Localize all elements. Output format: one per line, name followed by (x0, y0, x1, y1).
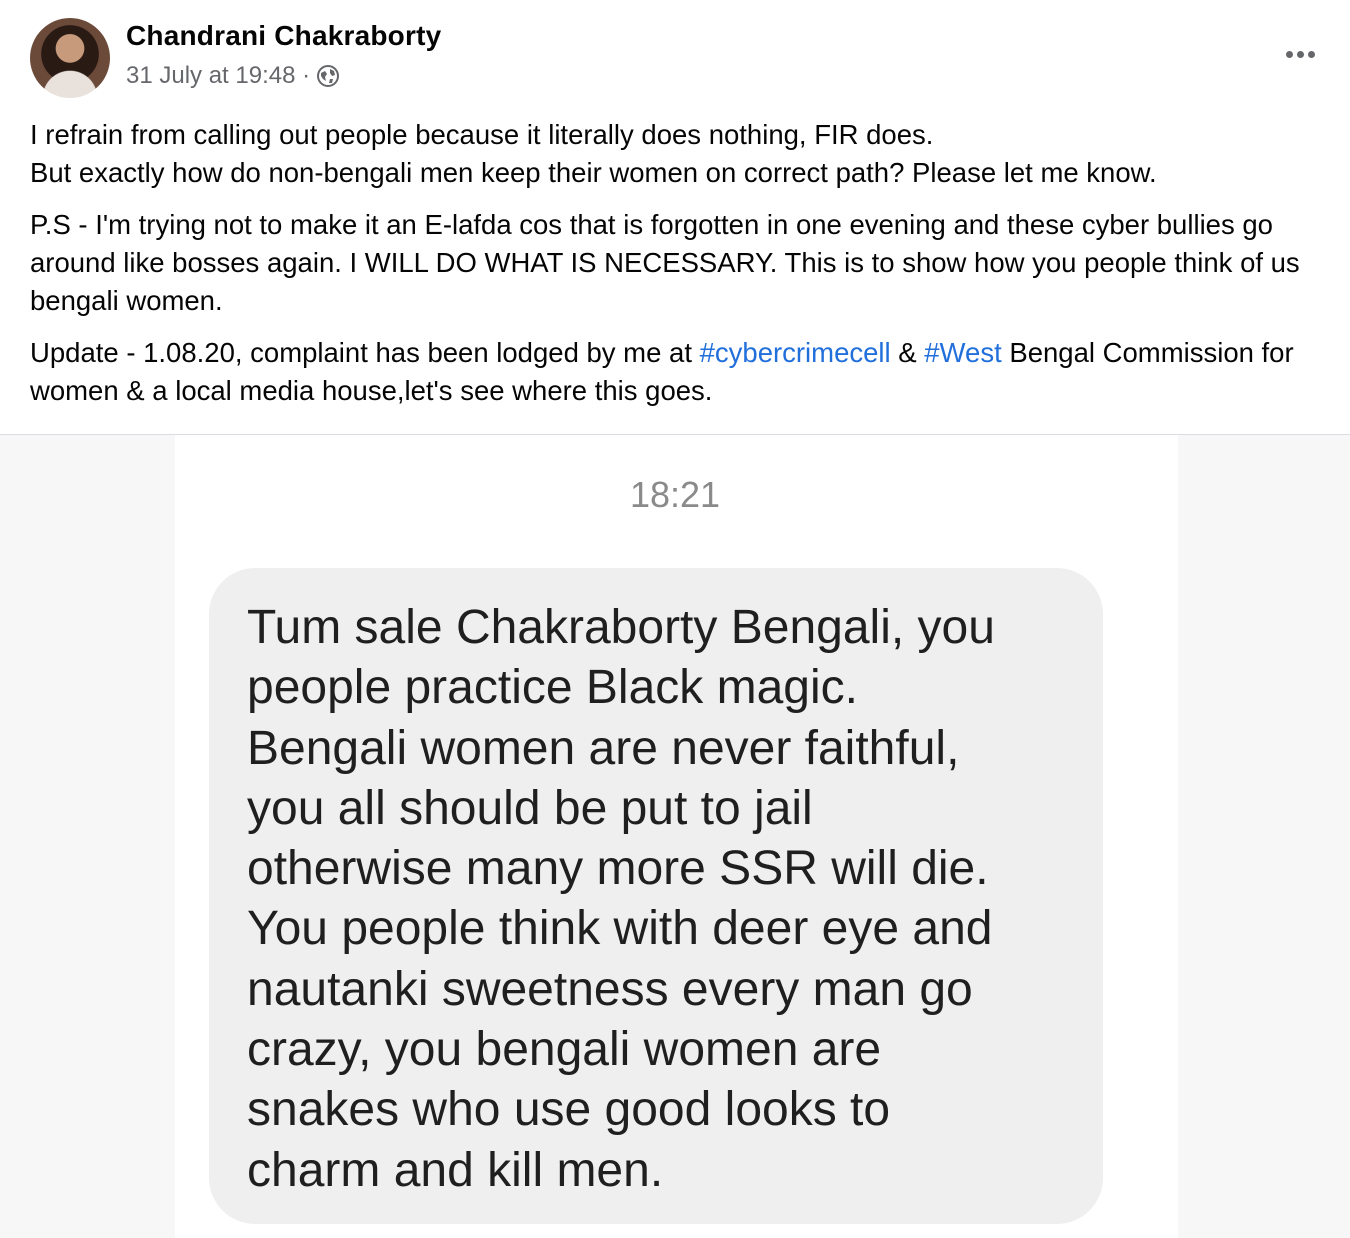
message-line: snakes who use good looks to (247, 1083, 891, 1137)
message-line: Tum sale Chakraborty Bengali, you (247, 601, 995, 654)
message-line: otherwise many more SSR will die. (247, 842, 989, 896)
message-line: Bengali women are never faithful, (247, 721, 960, 775)
hashtag-west[interactable]: #West (924, 337, 1001, 368)
message-line: crazy, you bengali women are (247, 1023, 882, 1077)
message-line: people practice Black magic. (247, 661, 858, 715)
post-paragraph-1-line-2: But exactly how do non-bengali men keep … (30, 157, 1157, 188)
update-text-ampersand: & (890, 337, 925, 368)
message-timestamp: 18:21 (629, 474, 721, 515)
message-line: you all should be put to jail (247, 781, 813, 835)
post-meta: 31 July at 19:48 · (126, 62, 340, 90)
message-line: charm and kill men. (247, 1143, 664, 1197)
hashtag-cybercrimecell[interactable]: #cybercrimecell (700, 337, 891, 368)
post-text: I refrain from calling out people becaus… (30, 116, 1330, 424)
more-options-icon[interactable] (1280, 40, 1320, 68)
message-bubble: Tum sale Chakraborty Bengali, you people… (209, 568, 1103, 1224)
post-timestamp[interactable]: 31 July at 19:48 · (126, 62, 310, 90)
post-paragraph-3: Update - 1.08.20, complaint has been lod… (30, 334, 1330, 410)
globe-icon[interactable] (316, 64, 340, 88)
post-paragraph-1-line-1: I refrain from calling out people becaus… (30, 119, 934, 150)
author-avatar[interactable] (30, 18, 110, 98)
message-text: Tum sale Chakraborty Bengali, you people… (247, 598, 1065, 1201)
message-line: You people think with deer eye and (247, 902, 993, 956)
post-paragraph-2: P.S - I'm trying not to make it an E-laf… (30, 209, 1300, 316)
post-paragraph-1: I refrain from calling out people becaus… (30, 116, 1330, 192)
author-name[interactable]: Chandrani Chakraborty (126, 20, 441, 52)
message-line: nautanki sweetness every man go (247, 962, 973, 1016)
update-text-start: Update - 1.08.20, complaint has been lod… (30, 337, 700, 368)
